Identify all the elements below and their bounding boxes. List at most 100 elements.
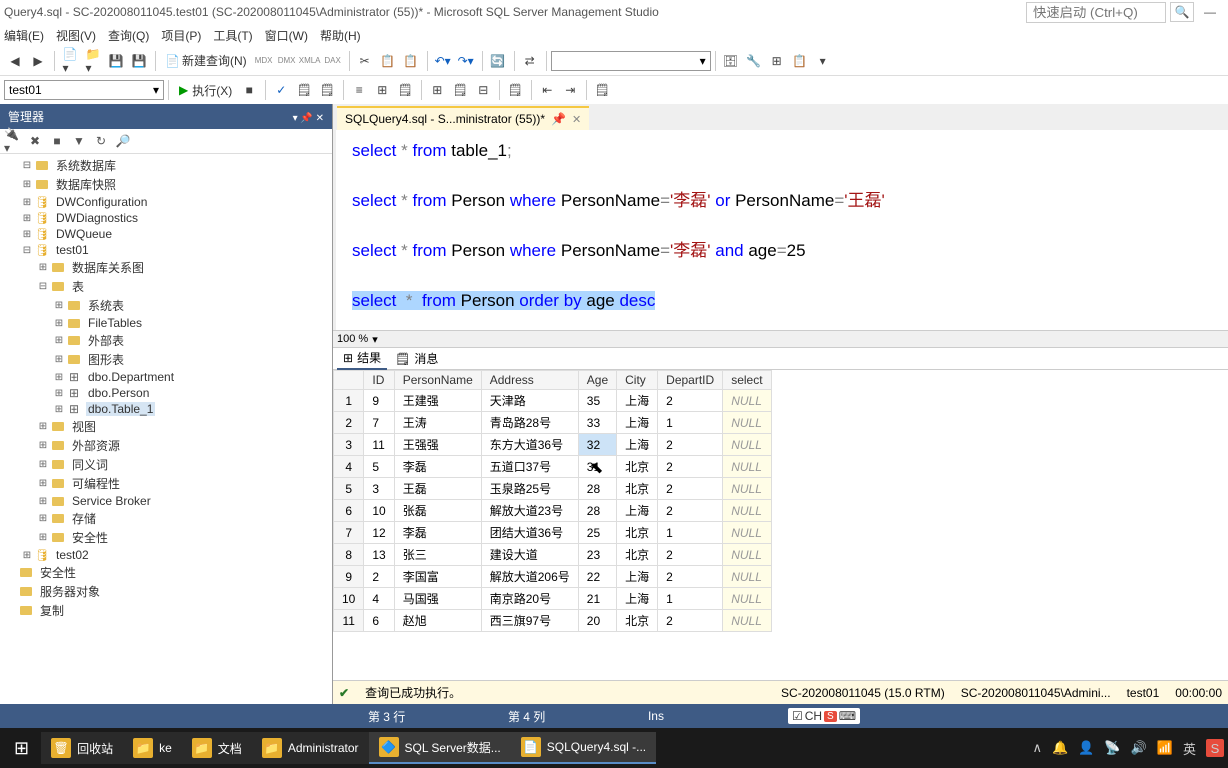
mdx-icon[interactable]: MDX	[253, 53, 275, 68]
tree-item[interactable]: 复制	[0, 601, 332, 620]
undo-button[interactable]: ↶▾	[432, 51, 454, 71]
tree-item[interactable]: ⊞安全性	[0, 528, 332, 547]
tray-volume-icon[interactable]: 🔊	[1131, 740, 1147, 756]
tree-item[interactable]: ⊞可编程性	[0, 474, 332, 493]
uncomment-icon[interactable]: 🗒	[449, 80, 471, 100]
template-icon[interactable]: ⊞	[766, 51, 788, 71]
menu-view[interactable]: 视图(V)	[56, 27, 96, 44]
results-to-grid-icon[interactable]: ⊞	[371, 80, 393, 100]
indent2-icon[interactable]: ⇥	[559, 80, 581, 100]
pin-icon[interactable]: ▾ 📌 ✕	[293, 113, 324, 124]
tab-sqlquery4[interactable]: SQLQuery4.sql - S...ministrator (55))* 📌…	[337, 106, 589, 130]
wrench-icon[interactable]: 🔧	[743, 51, 765, 71]
results-to-file-icon[interactable]: 🗒	[394, 80, 416, 100]
taskbar-item[interactable]: 📄SQLQuery4.sql -...	[511, 732, 656, 764]
tree-item[interactable]: ⊞数据库快照	[0, 175, 332, 194]
search-icon[interactable]: 🔎	[114, 132, 132, 150]
include-plan-icon[interactable]: 🗒	[316, 80, 338, 100]
taskbar-item[interactable]: 📁ke	[123, 732, 182, 764]
save-all-button[interactable]: 💾	[128, 51, 150, 71]
tree-item[interactable]: ⊞Service Broker	[0, 493, 332, 509]
solution-combo[interactable]: ▾	[551, 51, 711, 71]
connect-icon[interactable]: 🔌▾	[4, 132, 22, 150]
tree-item[interactable]: ⊞🛢test02	[0, 547, 332, 563]
results-grid[interactable]: IDPersonNameAddressAgeCityDepartIDselect…	[333, 370, 1228, 680]
tab-results[interactable]: ⊞结果	[337, 348, 387, 370]
quick-launch-input[interactable]	[1026, 2, 1166, 23]
menu-query[interactable]: 查询(Q)	[108, 27, 149, 44]
tree-item[interactable]: ⊞视图	[0, 417, 332, 436]
tree-item[interactable]: ⊞FileTables	[0, 315, 332, 331]
sync-icon[interactable]: 🔄	[487, 51, 509, 71]
results-to-text-icon[interactable]: ≡	[348, 80, 370, 100]
system-tray[interactable]: ∧ 🔔 👤 📡 🔊 📶 英 S	[1033, 739, 1224, 758]
minimize-button[interactable]: —	[1196, 2, 1224, 22]
execute-button[interactable]: ▶执行(X)	[173, 80, 238, 101]
arrows-icon[interactable]: ⇄	[519, 51, 541, 71]
specify-values-icon[interactable]: 🗒	[504, 80, 526, 100]
dropdown-icon[interactable]: ▾	[812, 51, 834, 71]
tree-item[interactable]: ⊞🛢DWQueue	[0, 226, 332, 242]
open-button[interactable]: 📁▾	[82, 44, 104, 78]
outdent-icon[interactable]: ⇤	[536, 80, 558, 100]
trace-icon[interactable]: 🗒	[591, 80, 613, 100]
new-query-button[interactable]: 📄 新建查询(N)	[160, 49, 252, 72]
taskbar-item[interactable]: 🔷SQL Server数据...	[369, 732, 511, 764]
paste-button[interactable]: 📋	[400, 51, 422, 71]
disconnect-icon[interactable]: ✖	[26, 132, 44, 150]
tray-lang[interactable]: 英	[1183, 739, 1196, 758]
parse-button[interactable]: ✓	[270, 80, 292, 100]
menu-window[interactable]: 窗口(W)	[265, 27, 308, 44]
tree-item[interactable]: 服务器对象	[0, 582, 332, 601]
stop-icon[interactable]: ■	[48, 132, 66, 150]
tray-sogou-icon[interactable]: S	[1206, 739, 1224, 757]
tree-item[interactable]: ⊞⊞dbo.Person	[0, 385, 332, 401]
tree-item[interactable]: ⊟系统数据库	[0, 156, 332, 175]
tray-up-icon[interactable]: ∧	[1033, 740, 1043, 756]
tree-item[interactable]: ⊞🛢DWConfiguration	[0, 194, 332, 210]
dmx-icon[interactable]: DMX	[276, 53, 298, 68]
code-editor[interactable]: select * from table_1; select * from Per…	[333, 130, 1228, 330]
indent-icon[interactable]: ⊟	[472, 80, 494, 100]
tree-item[interactable]: ⊟🛢test01	[0, 242, 332, 258]
forward-button[interactable]: ▶	[27, 51, 49, 71]
new-button[interactable]: 📄▾	[59, 44, 81, 78]
object-tree[interactable]: ⊟系统数据库⊞数据库快照⊞🛢DWConfiguration⊞🛢DWDiagnos…	[0, 154, 332, 704]
copy-button[interactable]: 📋	[377, 51, 399, 71]
tray-user-icon[interactable]: 👤	[1078, 740, 1094, 756]
tab-close-icon[interactable]: ✕	[572, 113, 581, 126]
dax-icon[interactable]: DAX	[322, 53, 344, 68]
tree-item[interactable]: ⊟表	[0, 277, 332, 296]
menu-project[interactable]: 项目(P)	[161, 27, 201, 44]
plan-icon[interactable]: 🗒	[293, 80, 315, 100]
tree-item[interactable]: 安全性	[0, 563, 332, 582]
tree-item[interactable]: ⊞外部表	[0, 331, 332, 350]
zoom-dropdown-icon[interactable]: ▾	[372, 333, 378, 346]
comment-icon[interactable]: ⊞	[426, 80, 448, 100]
database-combo[interactable]: test01▾	[4, 80, 164, 100]
tree-item[interactable]: ⊞系统表	[0, 296, 332, 315]
tray-wifi-icon[interactable]: 📶	[1157, 740, 1173, 756]
tree-item[interactable]: ⊞🛢DWDiagnostics	[0, 210, 332, 226]
menu-edit[interactable]: 编辑(E)	[4, 27, 44, 44]
tab-messages[interactable]: 🗒消息	[389, 348, 444, 369]
tree-item[interactable]: ⊞同义词	[0, 455, 332, 474]
taskbar-item[interactable]: 📁文档	[182, 732, 252, 764]
taskbar-item[interactable]: 🗑回收站	[41, 732, 123, 764]
stop-button[interactable]: ■	[238, 80, 260, 100]
start-button[interactable]: ⊞	[4, 732, 39, 764]
zoom-bar[interactable]: 100 %▾	[333, 330, 1228, 348]
tree-item[interactable]: ⊞图形表	[0, 350, 332, 369]
menu-tools[interactable]: 工具(T)	[213, 27, 252, 44]
xmla-icon[interactable]: XMLA	[299, 53, 321, 68]
tray-notif-icon[interactable]: 🔔	[1052, 740, 1068, 756]
search-button[interactable]: 🔍	[1170, 2, 1194, 22]
tab-pin-icon[interactable]: 📌	[551, 112, 566, 126]
tree-item[interactable]: ⊞⊞dbo.Table_1	[0, 401, 332, 417]
tree-item[interactable]: ⊞⊞dbo.Department	[0, 369, 332, 385]
cut-button[interactable]: ✂	[354, 51, 376, 71]
taskbar-item[interactable]: 📁Administrator	[252, 732, 369, 764]
tree-item[interactable]: ⊞外部资源	[0, 436, 332, 455]
back-button[interactable]: ◀	[4, 51, 26, 71]
refresh-icon[interactable]: ↻	[92, 132, 110, 150]
